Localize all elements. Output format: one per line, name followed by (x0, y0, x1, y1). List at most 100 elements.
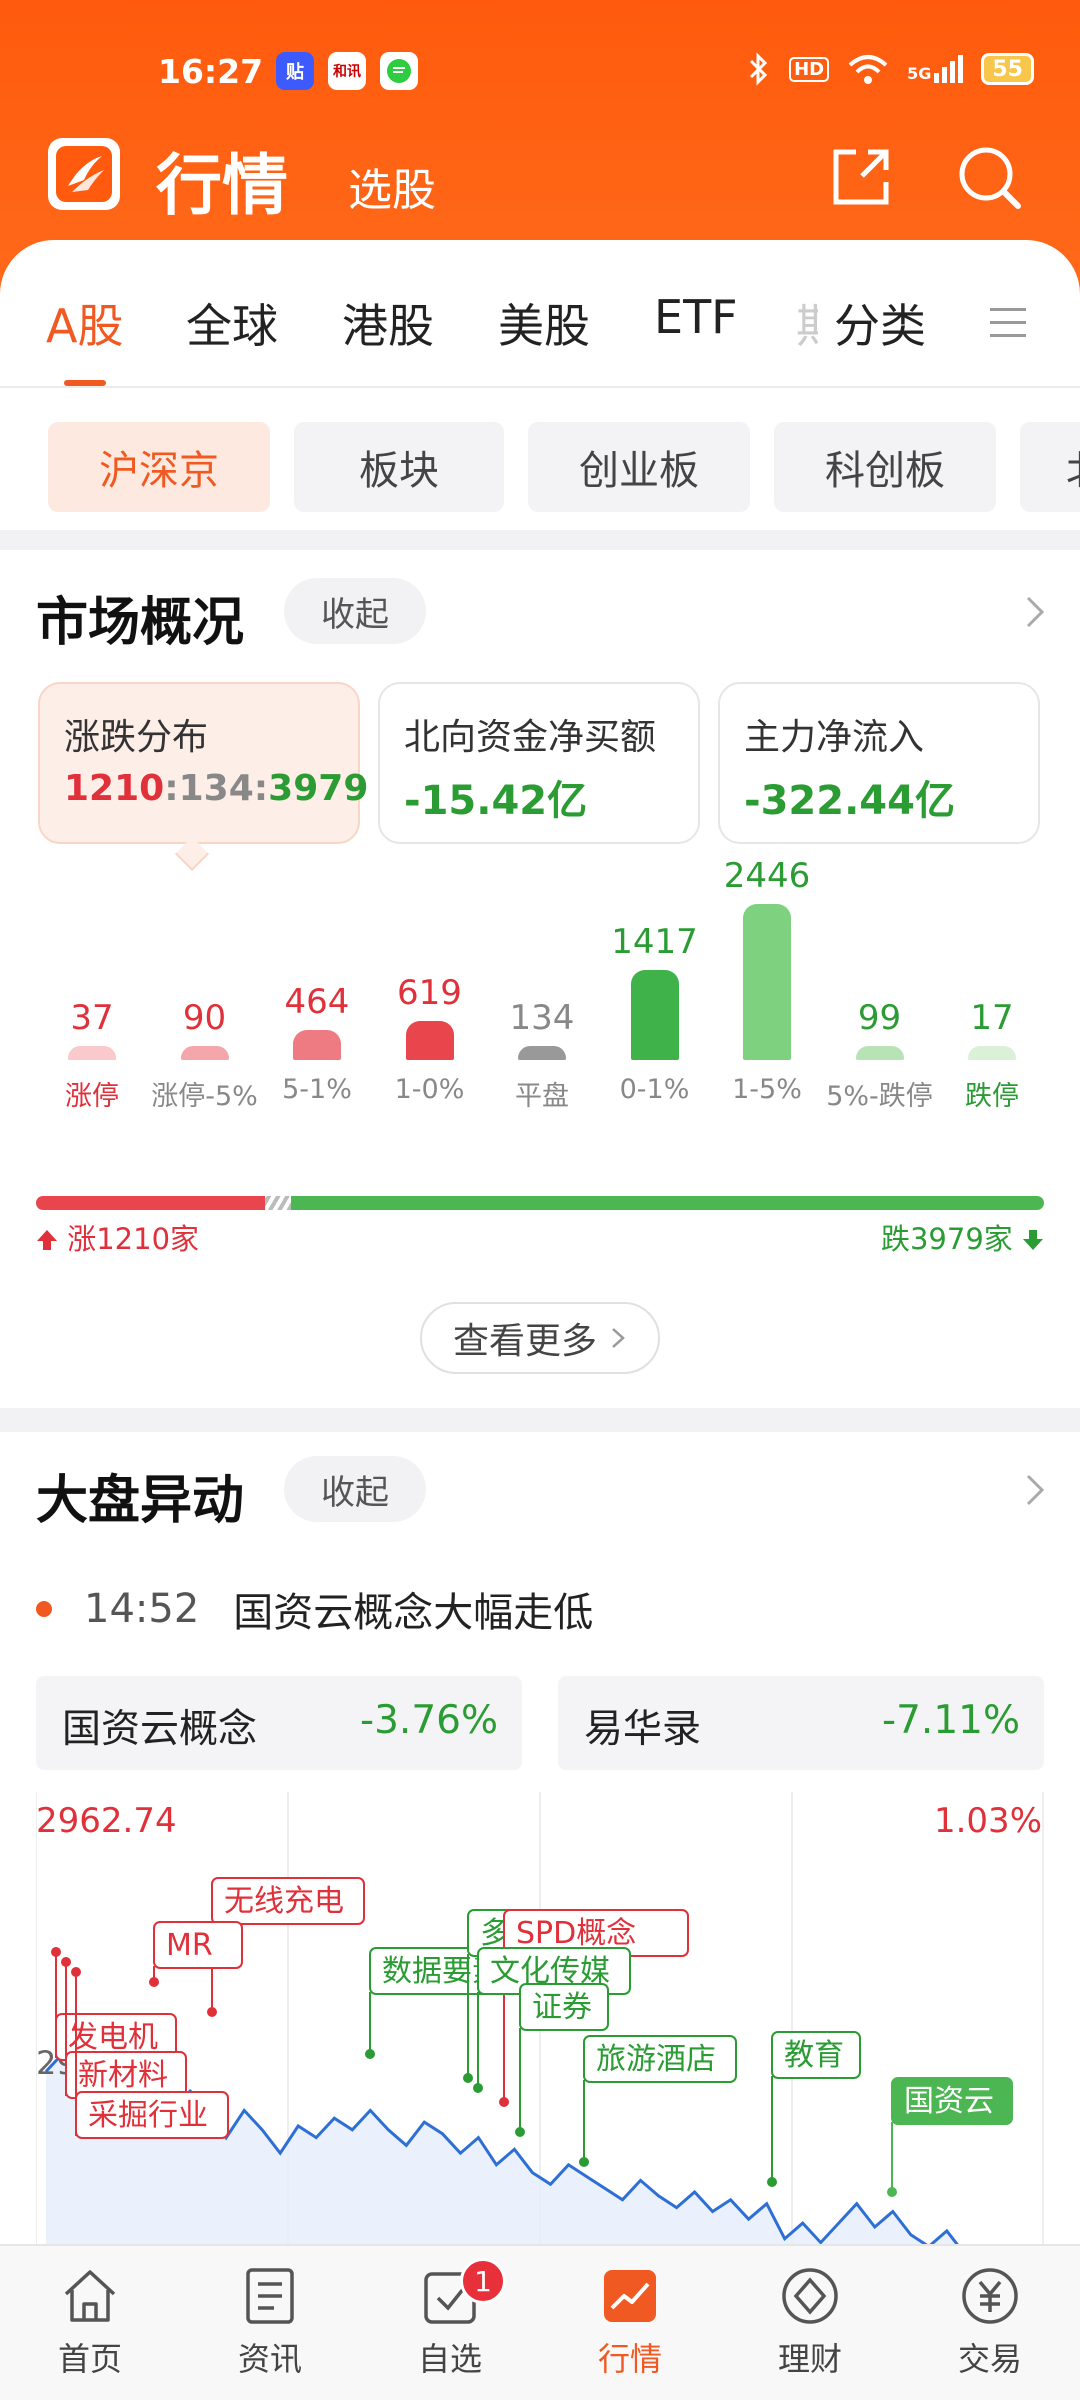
view-more-button[interactable]: 查看更多 (420, 1302, 660, 1374)
menu-icon[interactable] (988, 306, 1028, 340)
movement-item-concept[interactable]: 国资云概念 -3.76% (36, 1676, 522, 1770)
bullet-dot (36, 1601, 52, 1617)
collapse-button[interactable]: 收起 (284, 578, 426, 644)
item-change: -3.76% (360, 1698, 498, 1743)
distribution-bar-value: 1417 (611, 921, 698, 962)
chip-shanghai-shenzhen-beijing[interactable]: 沪深京 (48, 422, 270, 512)
distribution-bar-group: 17 跌停 (942, 880, 1042, 1150)
tab-a-shares[interactable]: A股 (46, 290, 123, 356)
distribution-bar-group: 2446 1-5% (717, 856, 817, 1150)
item-change: -7.11% (882, 1698, 1020, 1743)
nav-news[interactable]: 资讯 (180, 2264, 360, 2380)
collapse-button[interactable]: 收起 (284, 1456, 426, 1522)
stat-label: 北向资金净买额 (404, 717, 657, 758)
share-icon[interactable] (826, 142, 896, 212)
wifi-icon (848, 55, 888, 84)
ratio-up-segment (36, 1196, 266, 1210)
market-icon (604, 2270, 656, 2322)
distribution-bar-category: 涨停 (65, 1081, 119, 1112)
nav-wealth[interactable]: 理财 (720, 2264, 900, 2380)
chat-app-icon (380, 52, 418, 90)
stat-up-down-distribution[interactable]: 涨跌分布 1210:134:3979 (38, 682, 368, 844)
stock-picker-tab[interactable]: 选股 (348, 154, 436, 218)
up-count-label: 涨1210家 (36, 1216, 199, 1258)
distribution-bar-chart: 37 涨停 90 涨停-5% 464 5-1% 619 1-0% 134 平盘 1417 0-1% 24… (0, 856, 1080, 1150)
market-overview-section: 市场概况 收起 涨跌分布 1210:134:3979 北向资金净买额 -15.4… (0, 550, 1080, 1408)
nav-trade[interactable]: 交易 (900, 2264, 1080, 2380)
stat-main-net-inflow[interactable]: 主力净流入 -322.44亿 (718, 682, 1040, 844)
chevron-right-icon[interactable] (1020, 1470, 1050, 1510)
section-title-market-movement: 大盘异动 (36, 1471, 245, 1531)
annotation-point (365, 2049, 375, 2059)
market-chips: 沪深京 板块 创业板 科创板 北 (0, 422, 1080, 514)
item-name: 国资云概念 (62, 1707, 258, 1752)
stat-label: 涨跌分布 (64, 717, 209, 758)
distribution-bar (855, 1046, 904, 1060)
distribution-bar (968, 1046, 1016, 1060)
chart-pct-label: 1.03% (934, 1801, 1042, 1841)
distribution-bar-category: 5%-跌停 (826, 1081, 933, 1112)
chip-beijing[interactable]: 北 (1020, 422, 1080, 512)
chip-chinext[interactable]: 创业板 (528, 422, 750, 512)
distribution-bar-category: 跌停 (965, 1081, 1019, 1112)
annotation-point (473, 2083, 483, 2093)
movement-news[interactable]: 14:52 国资云概念大幅走低 (36, 1580, 593, 1638)
tab-hk[interactable]: 港股 (342, 290, 434, 356)
signal-icon: 5G (907, 55, 964, 83)
intraday-index-chart[interactable]: 2962.741.03%2932.39无线充电MR发电机新材料采掘行业数据要素多… (36, 1792, 1044, 2252)
stat-value: -322.44亿 (744, 778, 955, 824)
hd-icon: HD (789, 56, 830, 82)
chevron-right-icon (612, 1328, 625, 1348)
ratio-flat-segment (265, 1196, 291, 1210)
trade-icon (962, 2268, 1018, 2324)
tabs-divider (0, 386, 1080, 388)
annotation-point (207, 2007, 217, 2017)
search-icon[interactable] (954, 142, 1024, 212)
nav-watchlist[interactable]: 1 自选 (360, 2258, 540, 2380)
tab-etf[interactable]: ETF (654, 290, 738, 344)
wealth-icon (782, 2268, 838, 2324)
ratio-down-segment (290, 1196, 1044, 1210)
annotation-label: MR (166, 1928, 213, 1963)
annotation-point (61, 1957, 71, 1967)
status-app-icons: 贴 和讯 (276, 52, 418, 90)
annotation-point (463, 2073, 473, 2083)
annotation-point (149, 1977, 159, 1987)
movement-item-stock[interactable]: 易华录 -7.11% (558, 1676, 1044, 1770)
stat-value: 1210:134:3979 (64, 768, 369, 809)
stat-value: -15.42亿 (404, 778, 588, 824)
annotation-label: 证券 (532, 1990, 592, 2025)
distribution-bar-group: 619 1-0% (380, 880, 480, 1150)
nav-home[interactable]: 首页 (0, 2264, 180, 2380)
tab-futures[interactable]: 期 (796, 290, 818, 356)
tab-global[interactable]: 全球 (186, 290, 278, 356)
notification-badge: 1 (460, 2258, 506, 2304)
tab-category[interactable]: 分类 (834, 290, 926, 356)
annotation-label: 教育 (784, 2038, 844, 2073)
status-right: HD 5G 55 (747, 52, 1034, 86)
arrow-down-icon (1023, 1230, 1043, 1250)
distribution-bar-value: 134 (509, 998, 575, 1038)
battery-icon: 55 (981, 53, 1034, 85)
chart-high-label: 2962.74 (36, 1801, 177, 1841)
app-logo-icon[interactable] (48, 138, 120, 210)
distribution-bar-group: 464 5-1% (267, 880, 367, 1150)
annotation-point (767, 2177, 777, 2187)
page-title: 行情 (156, 147, 288, 224)
distribution-bar (293, 1030, 341, 1060)
stat-northbound-funds[interactable]: 北向资金净买额 -15.42亿 (378, 682, 700, 844)
annotation-label: 无线充电 (224, 1884, 344, 1919)
news-time: 14:52 (84, 1586, 200, 1632)
distribution-bar (68, 1046, 116, 1060)
distribution-bar-value: 2446 (723, 856, 811, 896)
chevron-right-icon[interactable] (1020, 592, 1050, 632)
chip-sectors[interactable]: 板块 (294, 422, 504, 512)
tab-us[interactable]: 美股 (498, 290, 590, 356)
distribution-bar-value: 619 (397, 972, 462, 1013)
stat-label: 主力净流入 (744, 717, 925, 758)
nav-market[interactable]: 行情 (540, 2264, 720, 2380)
distribution-bar (405, 1020, 454, 1060)
chip-star-market[interactable]: 科创板 (774, 422, 996, 512)
distribution-bar-category: 5-1% (282, 1074, 352, 1105)
title-bar: 行情 选股 (0, 132, 1080, 224)
